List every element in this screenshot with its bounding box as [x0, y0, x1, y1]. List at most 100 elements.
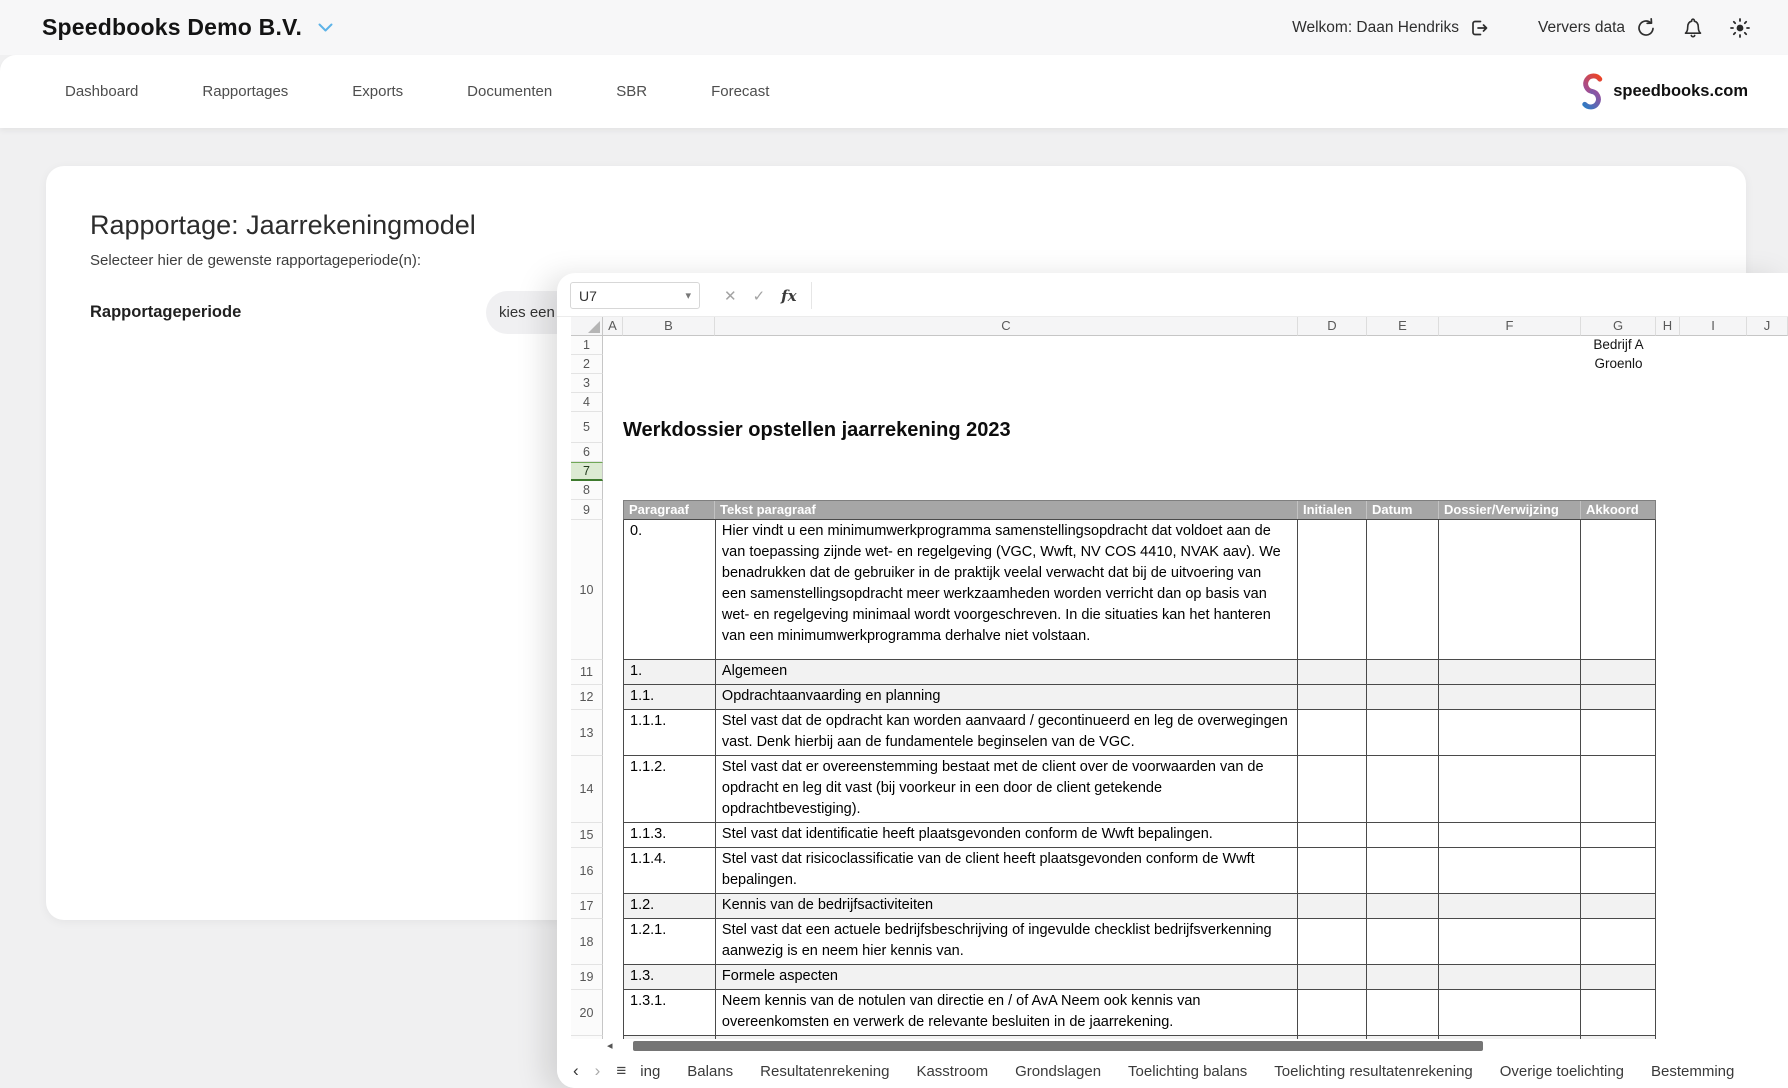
- cell-dossier-empty[interactable]: [1439, 990, 1581, 1036]
- cell-dossier-empty[interactable]: [1439, 660, 1581, 685]
- cancel-icon[interactable]: ✕: [724, 287, 737, 305]
- cell-tekst[interactable]: Algemeen: [716, 660, 1298, 685]
- column-header-c[interactable]: C: [715, 317, 1298, 336]
- cell-tekst[interactable]: Hier vindt u een minimumwerkprogramma sa…: [716, 520, 1298, 660]
- cell-akkoord-empty[interactable]: [1581, 848, 1656, 894]
- cell-akkoord-empty[interactable]: [1581, 823, 1656, 848]
- column-header-a[interactable]: A: [603, 317, 623, 336]
- cell-akkoord-empty[interactable]: [1581, 660, 1656, 685]
- cell-paragraaf[interactable]: 1.1.1.: [624, 710, 716, 756]
- table-header-paragraaf[interactable]: Paragraaf: [624, 501, 715, 519]
- column-header-f[interactable]: F: [1439, 317, 1581, 336]
- cell-name-box[interactable]: U7 ▾: [570, 282, 700, 309]
- cell-paragraaf[interactable]: 1.: [624, 660, 716, 685]
- column-header-g[interactable]: G: [1581, 317, 1656, 336]
- cell-initialen-empty[interactable]: [1298, 823, 1367, 848]
- cell-paragraaf[interactable]: 1.1.4.: [624, 848, 716, 894]
- cell-initialen-empty[interactable]: [1298, 710, 1367, 756]
- theme-sun-icon[interactable]: [1728, 16, 1752, 40]
- cell-initialen-empty[interactable]: [1298, 894, 1367, 919]
- nav-item-forecast[interactable]: Forecast: [711, 83, 769, 100]
- column-header-d[interactable]: D: [1298, 317, 1367, 336]
- logout-icon[interactable]: [1468, 17, 1490, 39]
- cell-initialen-empty[interactable]: [1298, 965, 1367, 990]
- cell-tekst[interactable]: Stel vast dat de opdracht kan worden aan…: [716, 710, 1298, 756]
- sheet-tab-kasstroom[interactable]: Kasstroom: [916, 1063, 988, 1080]
- cell-tekst[interactable]: Opdrachtaanvaarding en planning: [716, 685, 1298, 710]
- row-header-15[interactable]: 15: [571, 823, 603, 848]
- row-header-20[interactable]: 20: [571, 990, 603, 1036]
- cell-datum-empty[interactable]: [1367, 520, 1439, 660]
- cell-paragraaf[interactable]: 1.2.: [624, 894, 716, 919]
- table-header-akkoord[interactable]: Akkoord: [1581, 501, 1655, 519]
- cell-paragraaf[interactable]: 1.1.3.: [624, 823, 716, 848]
- cell-tekst[interactable]: Neem kennis van de notulen van directie …: [716, 990, 1298, 1036]
- cell-paragraaf[interactable]: 1.1.: [624, 685, 716, 710]
- cell-dossier-empty[interactable]: [1439, 823, 1581, 848]
- cell-akkoord-empty[interactable]: [1581, 710, 1656, 756]
- refresh-icon[interactable]: [1634, 16, 1658, 40]
- nav-item-sbr[interactable]: SBR: [616, 83, 647, 100]
- row-header-7-selected[interactable]: 7: [571, 462, 603, 481]
- sheet-tab-partial[interactable]: ing: [640, 1063, 660, 1080]
- row-header-13[interactable]: 13: [571, 710, 603, 756]
- sheet-tab-bestemming[interactable]: Bestemming: [1651, 1063, 1734, 1080]
- cell-dossier-empty[interactable]: [1439, 848, 1581, 894]
- cell-paragraaf[interactable]: 1.3.1.: [624, 990, 716, 1036]
- sheet-menu-icon[interactable]: ≡: [616, 1061, 626, 1081]
- row-header-16[interactable]: 16: [571, 848, 603, 894]
- table-header-dossier[interactable]: Dossier/Verwijzing: [1439, 501, 1581, 519]
- row-header-3[interactable]: 3: [571, 374, 603, 393]
- fx-icon[interactable]: fx: [781, 287, 796, 305]
- sheet-tab-overige-toelichting[interactable]: Overige toelichting: [1500, 1063, 1624, 1080]
- cell-datum-empty[interactable]: [1367, 848, 1439, 894]
- row-header-10[interactable]: 10: [571, 520, 603, 660]
- sheet-tab-balans[interactable]: Balans: [687, 1063, 733, 1080]
- row-header-19[interactable]: 19: [571, 965, 603, 990]
- cell-datum-empty[interactable]: [1367, 919, 1439, 965]
- table-header-tekst[interactable]: Tekst paragraaf: [715, 501, 1298, 519]
- sheet-tab-toelichting-balans[interactable]: Toelichting balans: [1128, 1063, 1247, 1080]
- formula-input[interactable]: [820, 282, 1778, 309]
- tab-scroll-right-icon[interactable]: ›: [595, 1061, 601, 1081]
- cell-dossier-empty[interactable]: [1439, 894, 1581, 919]
- cell-datum-empty[interactable]: [1367, 990, 1439, 1036]
- row-header-9[interactable]: 9: [571, 500, 603, 520]
- cell-akkoord-empty[interactable]: [1581, 520, 1656, 660]
- row-header-11[interactable]: 11: [571, 660, 603, 685]
- company-chevron-down-icon[interactable]: [318, 23, 333, 33]
- name-box-chevron-icon[interactable]: ▾: [685, 289, 691, 302]
- cell-akkoord-empty[interactable]: [1581, 965, 1656, 990]
- cell-paragraaf[interactable]: 1.1.2.: [624, 756, 716, 823]
- cell-initialen-empty[interactable]: [1298, 848, 1367, 894]
- cell-g1-company[interactable]: Bedrijf A: [1581, 337, 1656, 352]
- cell-datum-empty[interactable]: [1367, 685, 1439, 710]
- cell-paragraaf[interactable]: 1.3.: [624, 965, 716, 990]
- cell-dossier-empty[interactable]: [1439, 520, 1581, 660]
- cell-datum-empty[interactable]: [1367, 823, 1439, 848]
- row-header-14[interactable]: 14: [571, 756, 603, 823]
- cell-datum-empty[interactable]: [1367, 710, 1439, 756]
- nav-item-dashboard[interactable]: Dashboard: [65, 83, 138, 100]
- cell-akkoord-empty[interactable]: [1581, 919, 1656, 965]
- cell-dossier-empty[interactable]: [1439, 756, 1581, 823]
- sheet-tab-grondslagen[interactable]: Grondslagen: [1015, 1063, 1101, 1080]
- nav-item-rapportages[interactable]: Rapportages: [202, 83, 288, 100]
- cell-initialen-empty[interactable]: [1298, 756, 1367, 823]
- row-header-6[interactable]: 6: [571, 443, 603, 462]
- cell-initialen-empty[interactable]: [1298, 919, 1367, 965]
- cell-tekst[interactable]: Stel vast dat identificatie heeft plaats…: [716, 823, 1298, 848]
- cell-initialen-empty[interactable]: [1298, 520, 1367, 660]
- cell-paragraaf[interactable]: 1.2.1.: [624, 919, 716, 965]
- column-header-b[interactable]: B: [623, 317, 715, 336]
- row-header-4[interactable]: 4: [571, 393, 603, 412]
- column-header-e[interactable]: E: [1367, 317, 1439, 336]
- cell-g2-city[interactable]: Groenlo: [1581, 356, 1656, 371]
- row-header-18[interactable]: 18: [571, 919, 603, 965]
- cell-tekst[interactable]: Formele aspecten: [716, 965, 1298, 990]
- cell-dossier-empty[interactable]: [1439, 685, 1581, 710]
- cell-tekst[interactable]: Kennis van de bedrijfsactiviteiten: [716, 894, 1298, 919]
- table-header-initialen[interactable]: Initialen: [1298, 501, 1367, 519]
- cell-dossier-empty[interactable]: [1439, 710, 1581, 756]
- row-header-2[interactable]: 2: [571, 355, 603, 374]
